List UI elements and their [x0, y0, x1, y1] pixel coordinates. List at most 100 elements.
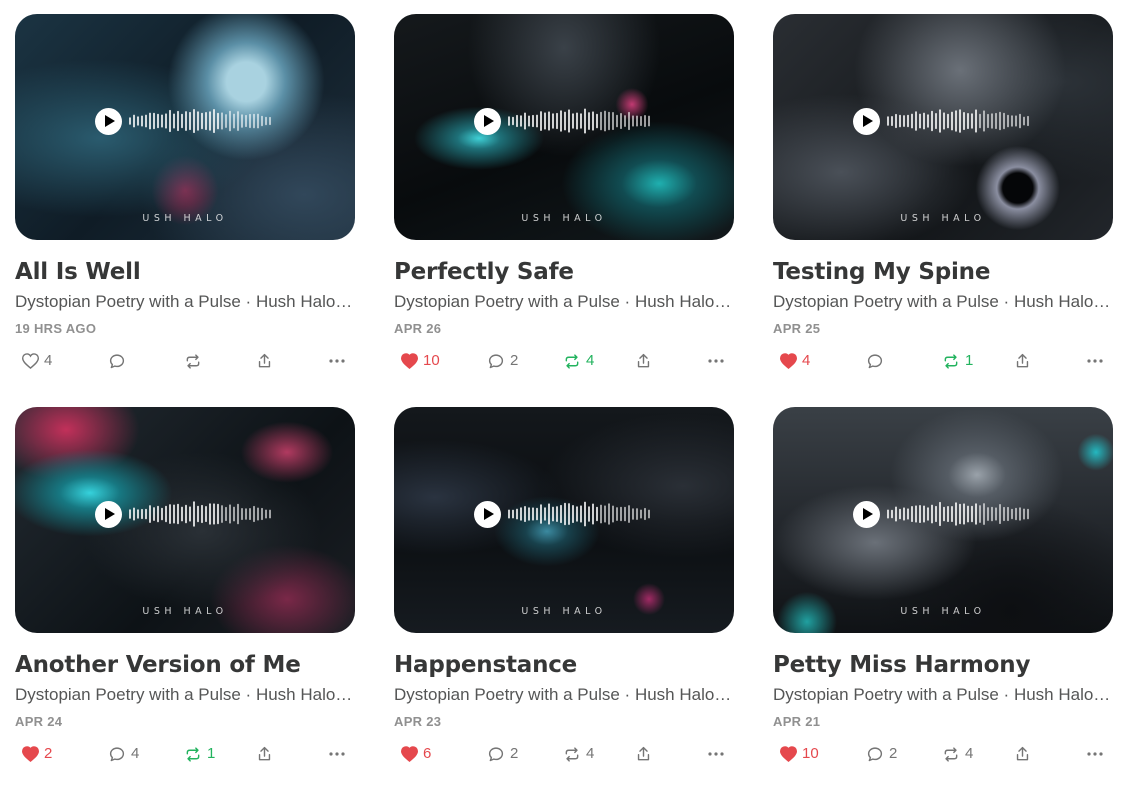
share-button[interactable] — [256, 350, 273, 372]
comment-icon — [488, 353, 504, 368]
post-thumbnail[interactable]: USH HALO — [394, 407, 734, 633]
more-button[interactable] — [708, 350, 724, 372]
like-button[interactable]: 10 — [780, 743, 819, 765]
post-subtitle: Dystopian Poetry with a Pulse · Hush Hal… — [394, 292, 732, 311]
restack-button[interactable]: 1 — [942, 350, 973, 372]
post-title[interactable]: Testing My Spine — [773, 258, 1113, 286]
like-count: 6 — [423, 745, 432, 762]
post-actions: 2 4 1 — [15, 743, 355, 765]
like-button[interactable]: 4 — [780, 350, 810, 372]
post-date: APR 25 — [773, 321, 821, 336]
comment-button[interactable]: 2 — [487, 350, 518, 372]
more-button[interactable] — [708, 743, 724, 765]
play-icon[interactable] — [474, 107, 501, 135]
post-thumbnail[interactable]: USH HALO — [15, 407, 355, 633]
post-card: USH HALO Petty Miss Harmony Dystopian Po… — [773, 407, 1113, 765]
thumbnail-watermark: USH HALO — [142, 213, 228, 224]
like-count: 10 — [802, 745, 819, 762]
comment-button[interactable]: 2 — [866, 743, 897, 765]
share-button[interactable] — [1014, 743, 1031, 765]
restack-count: 4 — [965, 745, 974, 762]
restack-button[interactable]: 1 — [184, 743, 215, 765]
more-icon — [708, 752, 724, 756]
heart-icon — [401, 746, 418, 762]
post-date: APR 23 — [394, 714, 442, 729]
heart-icon — [22, 353, 39, 369]
post-title[interactable]: Petty Miss Harmony — [773, 651, 1113, 679]
post-date: 19 HRS AGO — [15, 321, 97, 336]
more-button[interactable] — [329, 743, 345, 765]
audio-player[interactable] — [474, 107, 657, 135]
post-title[interactable]: Another Version of Me — [15, 651, 355, 679]
post-subtitle: Dystopian Poetry with a Pulse · Hush Hal… — [773, 685, 1111, 704]
post-title[interactable]: Happenstance — [394, 651, 734, 679]
play-icon[interactable] — [853, 500, 880, 528]
comment-icon — [867, 746, 883, 761]
audio-player[interactable] — [95, 500, 278, 528]
play-icon[interactable] — [95, 107, 122, 135]
like-count: 10 — [423, 352, 440, 369]
comment-count: 2 — [510, 745, 519, 762]
comment-count: 4 — [131, 745, 140, 762]
more-button[interactable] — [1087, 743, 1103, 765]
thumbnail-watermark: USH HALO — [900, 213, 986, 224]
heart-icon — [401, 353, 418, 369]
heart-icon — [22, 746, 39, 762]
comment-button[interactable]: 4 — [108, 743, 139, 765]
post-thumbnail[interactable]: USH HALO — [773, 14, 1113, 240]
more-button[interactable] — [329, 350, 345, 372]
restack-button[interactable]: 4 — [563, 350, 594, 372]
post-card: USH HALO Happenstance Dystopian Poetry w… — [394, 407, 734, 765]
post-subtitle: Dystopian Poetry with a Pulse · Hush Hal… — [15, 292, 353, 311]
restack-icon — [565, 746, 579, 762]
share-button[interactable] — [256, 743, 273, 765]
more-icon — [1087, 752, 1103, 756]
post-date: APR 24 — [15, 714, 63, 729]
restack-button[interactable]: 4 — [563, 743, 594, 765]
audio-player[interactable] — [474, 500, 657, 528]
share-button[interactable] — [635, 350, 652, 372]
post-thumbnail[interactable]: USH HALO — [15, 14, 355, 240]
audio-player[interactable] — [853, 500, 1036, 528]
comment-icon — [867, 353, 883, 368]
thumbnail-watermark: USH HALO — [521, 213, 607, 224]
comment-button[interactable] — [866, 350, 889, 372]
post-title[interactable]: All Is Well — [15, 258, 355, 286]
share-icon — [637, 353, 650, 368]
audio-player[interactable] — [853, 107, 1036, 135]
more-button[interactable] — [1087, 350, 1103, 372]
comment-icon — [488, 746, 504, 761]
comment-count: 2 — [510, 352, 519, 369]
restack-button[interactable]: 4 — [942, 743, 973, 765]
share-button[interactable] — [1014, 350, 1031, 372]
post-title[interactable]: Perfectly Safe — [394, 258, 734, 286]
restack-count: 4 — [586, 352, 595, 369]
more-icon — [329, 752, 345, 756]
like-button[interactable]: 4 — [22, 350, 52, 372]
comment-button[interactable]: 2 — [487, 743, 518, 765]
comment-icon — [109, 353, 125, 368]
post-card: USH HALO Testing My Spine Dystopian Poet… — [773, 14, 1113, 372]
post-thumbnail[interactable]: USH HALO — [394, 14, 734, 240]
post-thumbnail[interactable]: USH HALO — [773, 407, 1113, 633]
post-actions: 4 1 — [773, 350, 1113, 372]
restack-button[interactable] — [184, 350, 207, 372]
like-button[interactable]: 6 — [401, 743, 431, 765]
restack-icon — [186, 353, 200, 369]
comment-button[interactable] — [108, 350, 131, 372]
share-icon — [1016, 746, 1029, 761]
waveform-icon — [129, 108, 271, 134]
comment-count: 2 — [889, 745, 898, 762]
like-button[interactable]: 2 — [22, 743, 52, 765]
play-icon[interactable] — [474, 500, 501, 528]
post-card: USH HALO Perfectly Safe Dystopian Poetry… — [394, 14, 734, 372]
post-subtitle: Dystopian Poetry with a Pulse · Hush Hal… — [15, 685, 353, 704]
post-card: USH HALO Another Version of Me Dystopian… — [15, 407, 355, 765]
audio-player[interactable] — [95, 107, 278, 135]
share-button[interactable] — [635, 743, 652, 765]
play-icon[interactable] — [853, 107, 880, 135]
like-button[interactable]: 10 — [401, 350, 440, 372]
post-subtitle: Dystopian Poetry with a Pulse · Hush Hal… — [394, 685, 732, 704]
play-icon[interactable] — [95, 500, 122, 528]
comment-icon — [109, 746, 125, 761]
